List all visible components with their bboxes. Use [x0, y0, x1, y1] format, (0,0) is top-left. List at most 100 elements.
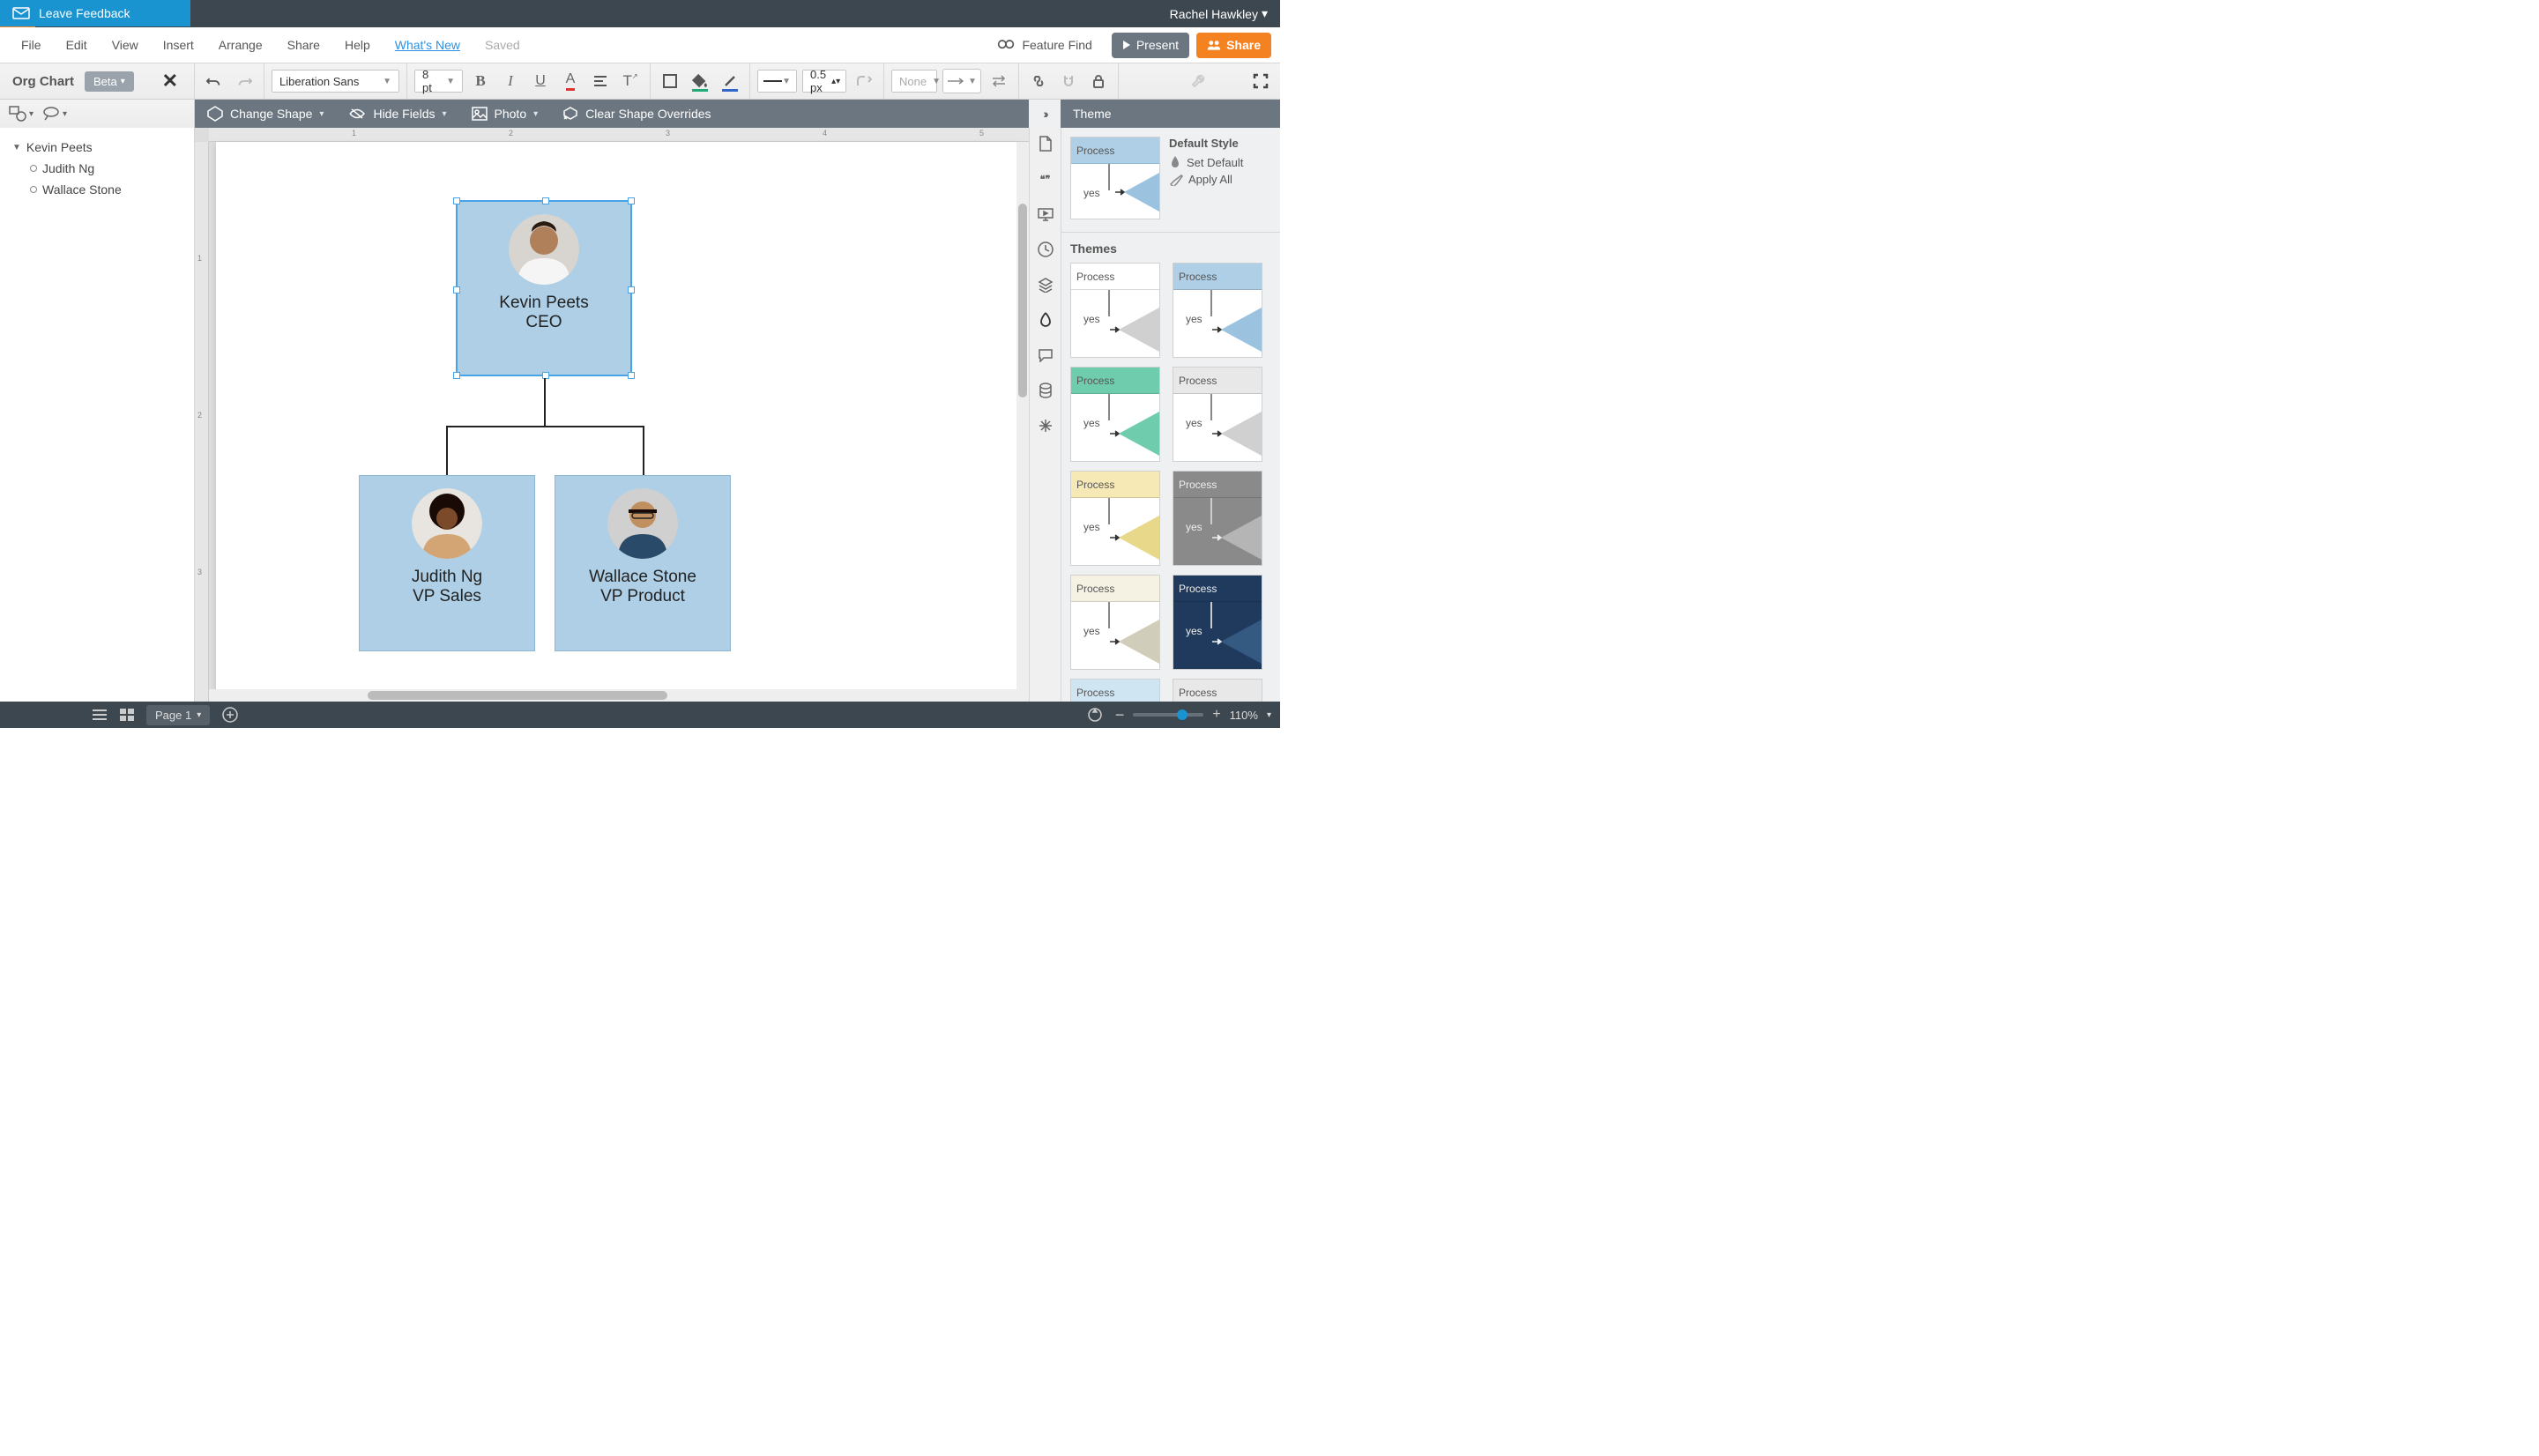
zoom-in-icon[interactable]: + — [1212, 707, 1220, 723]
text-options-icon[interactable]: T↗ — [618, 69, 643, 93]
apply-all-button[interactable]: Apply All — [1169, 173, 1271, 186]
align-icon[interactable] — [588, 69, 613, 93]
panel-collapse-button[interactable]: ›› — [1029, 100, 1061, 128]
magnet-icon[interactable] — [1056, 69, 1081, 93]
theme-icon[interactable] — [1037, 311, 1054, 329]
clear-overrides-button[interactable]: Clear Shape Overrides — [550, 100, 723, 128]
user-menu[interactable]: Rachel Hawkley▾ — [1170, 6, 1280, 21]
menu-insert[interactable]: Insert — [151, 33, 206, 57]
feature-find[interactable]: Feature Find — [997, 38, 1091, 52]
theme-swatch[interactable]: Process yes — [1173, 367, 1262, 462]
org-node-role: CEO — [458, 313, 630, 332]
share-button[interactable]: Share — [1196, 33, 1271, 58]
italic-icon[interactable]: I — [498, 69, 523, 93]
swap-arrows-icon[interactable] — [987, 69, 1011, 93]
theme-swatch[interactable]: Process yes — [1173, 471, 1262, 566]
zoom-value[interactable]: 110% — [1230, 709, 1258, 722]
set-default-button[interactable]: Set Default — [1169, 155, 1271, 169]
theme-swatch[interactable]: Process yes — [1070, 367, 1160, 462]
line-corners-icon[interactable] — [852, 69, 876, 93]
layers-icon[interactable] — [1037, 276, 1054, 293]
menu-edit[interactable]: Edit — [54, 33, 100, 57]
theme-swatch[interactable]: Process yes — [1070, 263, 1160, 358]
bold-icon[interactable]: B — [468, 69, 493, 93]
vertical-scrollbar[interactable] — [1016, 142, 1029, 689]
beta-badge[interactable]: Beta ▾ — [85, 71, 134, 92]
menu-help[interactable]: Help — [332, 33, 383, 57]
arrow-start-select[interactable]: None▼ — [891, 70, 937, 93]
redo-icon[interactable] — [232, 69, 257, 93]
theme-swatch[interactable]: Process yes — [1070, 575, 1160, 670]
page-icon[interactable] — [1037, 135, 1054, 152]
comment-icon[interactable]: ❝❞ — [1037, 170, 1054, 188]
avatar-icon — [412, 488, 482, 559]
add-page-icon[interactable] — [222, 707, 238, 723]
hide-fields-button[interactable]: Hide Fields▾ — [336, 100, 458, 128]
theme-swatch[interactable]: Process yes — [1173, 575, 1262, 670]
shape-border-icon[interactable] — [658, 69, 682, 93]
zoom-slider[interactable] — [1133, 713, 1203, 717]
org-node-name: Kevin Peets — [458, 293, 630, 313]
fullscreen-icon[interactable] — [1248, 69, 1273, 93]
sync-icon[interactable] — [1087, 707, 1103, 723]
titlebar: Company Org Chart Rachel Hawkley▾ — [0, 0, 1280, 27]
shape-toolbar: ▾ ▾ Change Shape▾ Hide Fields▾ Photo▾ Cl… — [0, 100, 1280, 128]
connector[interactable] — [643, 426, 644, 475]
font-family-select[interactable]: Liberation Sans▼ — [272, 70, 399, 93]
connector[interactable] — [446, 426, 644, 427]
connector[interactable] — [446, 426, 448, 475]
close-context-icon[interactable]: ✕ — [153, 70, 187, 93]
history-icon[interactable] — [1037, 241, 1054, 258]
org-node-vp-sales[interactable]: Judith Ng VP Sales — [359, 475, 535, 651]
link-icon[interactable] — [1026, 69, 1051, 93]
format-toolbar: Org Chart Beta ▾ ✕ Liberation Sans▼ 8 pt… — [0, 63, 1280, 100]
org-node-ceo[interactable]: Kevin Peets CEO — [456, 200, 632, 376]
font-size-select[interactable]: 8 pt▼ — [414, 70, 463, 93]
theme-swatch[interactable]: Process yes — [1173, 263, 1262, 358]
horizontal-scrollbar[interactable] — [209, 689, 1029, 702]
list-view-icon[interactable] — [92, 709, 108, 721]
present-button[interactable]: Present — [1112, 33, 1189, 58]
ruler-vertical: 1 2 3 — [195, 142, 209, 702]
theme-swatch[interactable]: Process yes — [1070, 679, 1160, 702]
menu-arrange[interactable]: Arrange — [206, 33, 275, 57]
sparkle-icon[interactable] — [1037, 417, 1054, 435]
menu-file[interactable]: File — [9, 33, 54, 57]
menu-view[interactable]: View — [100, 33, 151, 57]
tree-root[interactable]: ▼Kevin Peets — [0, 137, 194, 158]
wrench-icon[interactable] — [1187, 69, 1211, 93]
menu-share[interactable]: Share — [275, 33, 332, 57]
text-color-icon[interactable]: A — [558, 69, 583, 93]
line-color-icon[interactable] — [718, 69, 742, 93]
grid-view-icon[interactable] — [120, 709, 134, 721]
shape-insert-tool[interactable]: ▾ — [9, 106, 34, 122]
underline-icon[interactable]: U — [528, 69, 553, 93]
line-style-select[interactable]: ▼ — [757, 70, 797, 93]
saved-indicator: Saved — [473, 33, 532, 57]
menu-whats-new[interactable]: What's New — [383, 33, 473, 57]
chat-icon[interactable] — [1037, 346, 1054, 364]
page-selector[interactable]: Page 1▾ — [146, 705, 210, 725]
theme-swatch[interactable]: Process yes — [1173, 679, 1262, 702]
presentation-icon[interactable] — [1037, 205, 1054, 223]
connector[interactable] — [544, 378, 546, 426]
canvas[interactable]: 1 2 3 4 5 1 2 3 Kevin Peets CEO — [195, 128, 1029, 702]
data-icon[interactable] — [1037, 382, 1054, 399]
page-surface[interactable]: Kevin Peets CEO Judith Ng — [216, 142, 1018, 697]
shape-library-tool[interactable]: ▾ — [42, 106, 67, 122]
change-shape-button[interactable]: Change Shape▾ — [195, 100, 336, 128]
tree-child[interactable]: Wallace Stone — [0, 179, 194, 200]
photo-button[interactable]: Photo▾ — [459, 100, 551, 128]
org-node-name: Wallace Stone — [555, 568, 730, 587]
fill-color-icon[interactable] — [688, 69, 712, 93]
leave-feedback-button[interactable]: Leave Feedback — [0, 0, 190, 26]
tree-child[interactable]: Judith Ng — [0, 158, 194, 179]
theme-swatch[interactable]: Process yes — [1070, 471, 1160, 566]
arrow-end-select[interactable]: ▼ — [942, 69, 981, 93]
org-node-vp-product[interactable]: Wallace Stone VP Product — [555, 475, 731, 651]
zoom-out-icon[interactable]: − — [1115, 706, 1125, 724]
lock-icon[interactable] — [1086, 69, 1111, 93]
outline-sidebar: ▼Kevin Peets Judith Ng Wallace Stone — [0, 128, 195, 702]
line-width-select[interactable]: 0.5 px▴▾ — [802, 70, 846, 93]
undo-icon[interactable] — [202, 69, 227, 93]
